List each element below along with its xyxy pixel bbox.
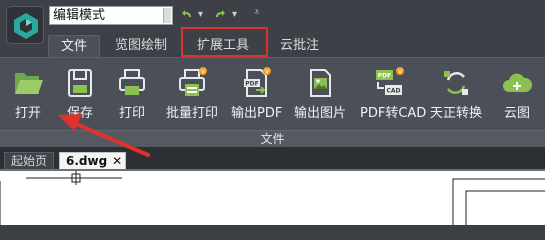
image-export-icon: [303, 66, 337, 100]
tab-file[interactable]: 文件: [48, 35, 101, 57]
export-image-button-label: 输出图片: [293, 106, 346, 121]
pdf-to-cad-button[interactable]: PDF CAD V PDF转CAD: [360, 66, 427, 121]
undo-menu-chevron-icon[interactable]: ▾: [198, 9, 203, 20]
redo-icon[interactable]: [214, 9, 226, 22]
tangent-convert-icon: [439, 66, 473, 100]
tab-start-page-label: 起始页: [11, 154, 48, 168]
export-pdf-button[interactable]: PDF V 输出PDF: [231, 66, 283, 121]
tab-view-draw-label: 览图绘制: [115, 38, 168, 53]
pdf-to-cad-button-label: PDF转CAD: [360, 106, 427, 121]
tab-start-page[interactable]: 起始页: [4, 152, 55, 169]
close-icon[interactable]: ✕: [112, 153, 122, 169]
save-button-label: 保存: [66, 106, 93, 121]
svg-text:CAD: CAD: [386, 88, 400, 95]
ribbon-group-label: 文件: [0, 130, 545, 147]
drawing-content: [0, 171, 545, 225]
chevron-down-icon[interactable]: [163, 8, 171, 23]
tab-cloud-annotate[interactable]: 云批注: [280, 35, 319, 57]
tab-document-label: 6.dwg: [66, 154, 108, 168]
pdf-export-icon: PDF V: [239, 66, 273, 100]
open-button[interactable]: 打开: [10, 66, 46, 121]
tangent-convert-button[interactable]: 天正转换: [427, 66, 485, 121]
mode-select[interactable]: 编辑模式: [49, 6, 173, 25]
open-button-label: 打开: [14, 106, 41, 121]
tab-view-draw[interactable]: 览图绘制: [115, 35, 167, 57]
pdf-to-cad-icon: PDF CAD V: [372, 66, 406, 100]
tab-document[interactable]: 6.dwg ✕: [59, 152, 127, 169]
save-button[interactable]: 保存: [62, 66, 98, 121]
quick-access-customize-icon[interactable]: ⩡: [254, 7, 260, 18]
highlight-box-annotation: [181, 27, 268, 57]
folder-open-icon: [11, 66, 45, 100]
printer-icon: [115, 66, 149, 100]
tab-cloud-annotate-label: 云批注: [280, 38, 320, 53]
document-tab-bar: 起始页 6.dwg ✕: [0, 147, 545, 169]
mode-select-value: 编辑模式: [53, 8, 106, 23]
title-bar: 编辑模式 ▾ ▾ ⩡ 文件 览图绘制 扩展工具 云批注: [0, 0, 545, 57]
app-logo-icon[interactable]: [6, 6, 44, 44]
export-image-button[interactable]: 输出图片: [292, 66, 348, 121]
undo-icon[interactable]: [181, 9, 193, 22]
print-button-label: 打印: [118, 106, 145, 121]
print-button[interactable]: 打印: [114, 66, 150, 121]
tab-file-label: 文件: [61, 39, 88, 54]
floppy-save-icon: [63, 66, 97, 100]
batch-print-icon: V: [175, 66, 209, 100]
batch-print-button[interactable]: V 批量打印: [164, 66, 220, 121]
redo-menu-chevron-icon[interactable]: ▾: [232, 9, 237, 20]
batch-print-button-label: 批量打印: [165, 106, 218, 121]
cloud-icon: [500, 66, 534, 100]
svg-text:PDF: PDF: [378, 73, 391, 80]
cloud-button[interactable]: 云图: [499, 66, 535, 121]
svg-text:PDF: PDF: [245, 81, 258, 88]
tangent-convert-button-label: 天正转换: [429, 106, 482, 121]
export-pdf-button-label: 输出PDF: [231, 106, 283, 121]
drawing-canvas[interactable]: [0, 169, 545, 225]
ribbon-panel: 打开 保存 打印 V 批量打印 PDF V 输出PDF 输出图片 PDF CAD…: [0, 57, 545, 130]
cloud-button-label: 云图: [503, 106, 530, 121]
